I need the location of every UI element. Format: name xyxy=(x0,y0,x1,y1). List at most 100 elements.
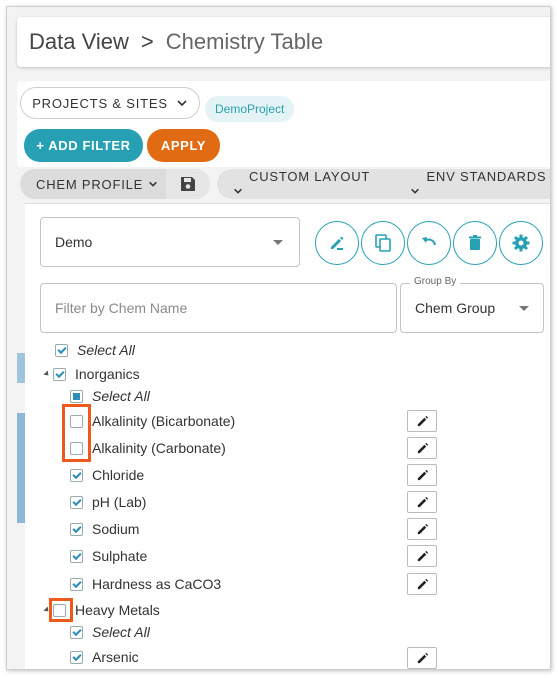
undo-button[interactable] xyxy=(407,221,451,265)
group-select-all-label: Select All xyxy=(92,388,150,404)
list-item[interactable]: Arsenic xyxy=(70,647,139,667)
list-item[interactable]: Chloride xyxy=(70,465,144,485)
group-select-all-checkbox[interactable] xyxy=(70,389,83,403)
gear-icon xyxy=(512,234,530,252)
list-item[interactable]: pH (Lab) xyxy=(70,492,146,512)
project-chip[interactable]: DemoProject xyxy=(205,96,295,122)
pencil-icon xyxy=(417,550,428,561)
page-subtitle: Chemistry Table xyxy=(165,29,324,54)
select-all-checkbox[interactable] xyxy=(55,343,68,357)
group-select-all-label: Select All xyxy=(92,624,150,640)
item-label: Hardness as CaCO3 xyxy=(92,576,222,592)
background-table-strip xyxy=(17,203,25,663)
item-label: Alkalinity (Bicarbonate) xyxy=(92,413,236,429)
add-filter-button[interactable]: + ADD FILTER xyxy=(24,129,143,162)
copy-icon xyxy=(375,234,391,252)
projects-sites-label: PROJECTS & SITES xyxy=(32,95,168,111)
item-checkbox[interactable] xyxy=(70,650,83,664)
group-checkbox[interactable] xyxy=(53,367,66,381)
edit-item-button[interactable] xyxy=(407,647,437,669)
pencil-icon xyxy=(331,236,344,250)
item-label: Sodium xyxy=(92,521,140,537)
group-row-inorganics[interactable]: Inorganics xyxy=(43,364,140,384)
collapse-triangle-icon[interactable] xyxy=(43,606,51,614)
group-by-label: Group By xyxy=(410,276,461,287)
group-select-all-checkbox[interactable] xyxy=(70,625,83,639)
save-profile-button[interactable] xyxy=(166,169,210,199)
layout-menus: CUSTOM LAYOUT ENV STANDARDS xyxy=(217,169,550,199)
app-window: Data View > Chemistry Table PROJECTS & S… xyxy=(6,6,551,670)
item-checkbox[interactable] xyxy=(70,522,83,536)
group-label: Heavy Metals xyxy=(75,602,160,618)
select-all-label: Select All xyxy=(77,342,135,358)
list-item[interactable]: Alkalinity (Bicarbonate) xyxy=(70,411,235,431)
delete-profile-button[interactable] xyxy=(453,221,497,265)
item-label: pH (Lab) xyxy=(92,494,147,510)
pencil-icon xyxy=(417,415,428,426)
edit-item-button[interactable] xyxy=(407,410,437,432)
pencil-icon xyxy=(417,469,428,480)
chem-profile-label: CHEM PROFILE xyxy=(20,177,166,192)
list-item[interactable]: Sulphate xyxy=(70,546,147,566)
group-select-all-row[interactable]: Select All xyxy=(70,386,150,406)
item-checkbox[interactable] xyxy=(70,414,83,428)
edit-item-button[interactable] xyxy=(407,573,437,595)
chevron-down-icon xyxy=(234,188,242,194)
page-title: Data View xyxy=(29,29,129,54)
filter-bar: PROJECTS & SITES DemoProject + ADD FILTE… xyxy=(17,81,550,167)
save-icon xyxy=(181,177,195,191)
chem-profile-menu[interactable]: CHEM PROFILE xyxy=(20,169,210,199)
table-highlight-row xyxy=(17,353,25,383)
apply-button[interactable]: APPLY xyxy=(147,129,220,162)
table-highlight-row xyxy=(17,413,25,523)
item-checkbox[interactable] xyxy=(70,549,83,563)
pencil-icon xyxy=(417,578,428,589)
chevron-down-icon xyxy=(148,181,157,187)
edit-item-button[interactable] xyxy=(407,437,437,459)
item-label: Alkalinity (Carbonate) xyxy=(92,440,226,456)
chevron-down-icon xyxy=(177,100,187,107)
chem-profile-panel: Demo Chem Group Group By Select All xyxy=(25,203,550,669)
chem-name-filter-input[interactable] xyxy=(40,283,397,333)
edit-item-button[interactable] xyxy=(407,545,437,567)
projects-sites-dropdown[interactable]: PROJECTS & SITES xyxy=(20,87,200,119)
item-label: Arsenic xyxy=(92,649,139,665)
trash-icon xyxy=(469,235,481,250)
edit-item-button[interactable] xyxy=(407,518,437,540)
group-row-heavy-metals[interactable]: Heavy Metals xyxy=(43,600,160,620)
settings-button[interactable] xyxy=(499,221,543,265)
breadcrumb-separator: > xyxy=(140,29,154,54)
edit-item-button[interactable] xyxy=(407,491,437,513)
caret-down-icon xyxy=(273,240,283,245)
list-item[interactable]: Sodium xyxy=(70,519,139,539)
item-label: Sulphate xyxy=(92,548,148,564)
env-standards-menu[interactable]: ENV STANDARDS xyxy=(410,169,550,199)
group-checkbox[interactable] xyxy=(53,603,66,617)
item-checkbox[interactable] xyxy=(70,577,83,591)
pencil-icon xyxy=(417,652,428,663)
item-checkbox[interactable] xyxy=(70,468,83,482)
list-item[interactable]: Hardness as CaCO3 xyxy=(70,574,221,594)
copy-profile-button[interactable] xyxy=(361,221,405,265)
list-item[interactable]: Alkalinity (Carbonate) xyxy=(70,438,226,458)
item-checkbox[interactable] xyxy=(70,441,83,455)
edit-item-button[interactable] xyxy=(407,464,437,486)
page-header: Data View > Chemistry Table xyxy=(17,17,550,67)
item-label: Chloride xyxy=(92,467,145,483)
caret-down-icon xyxy=(519,306,529,311)
chevron-down-icon xyxy=(411,188,420,194)
group-label: Inorganics xyxy=(75,366,140,382)
pencil-icon xyxy=(417,496,428,507)
item-checkbox[interactable] xyxy=(70,495,83,509)
undo-icon xyxy=(422,237,436,246)
toolbar: CHEM PROFILE CUSTOM LAYOUT ENV STANDARDS xyxy=(17,167,550,201)
group-select-all-row[interactable]: Select All xyxy=(70,622,150,642)
custom-layout-menu[interactable]: CUSTOM LAYOUT xyxy=(233,169,376,199)
group-by-value: Chem Group xyxy=(415,300,496,316)
collapse-triangle-icon[interactable] xyxy=(43,370,51,378)
edit-profile-button[interactable] xyxy=(315,221,359,265)
group-by-select[interactable]: Chem Group xyxy=(400,283,544,333)
pencil-icon xyxy=(417,523,428,534)
select-all-row[interactable]: Select All xyxy=(55,340,135,360)
profile-select[interactable]: Demo xyxy=(40,217,300,267)
